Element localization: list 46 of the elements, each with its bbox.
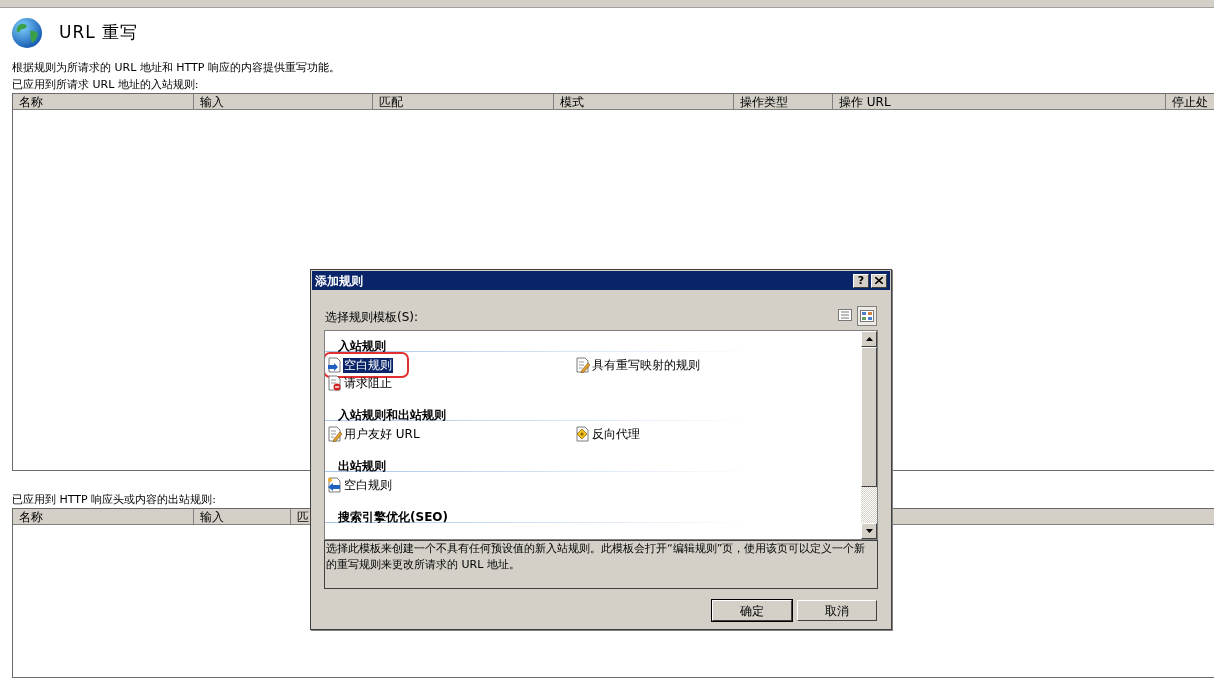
- scroll-down-icon: [865, 529, 873, 533]
- document-diamond-icon: [575, 426, 590, 442]
- template-item[interactable]: 反向代理: [575, 425, 641, 443]
- section-heading: 入站规则: [338, 339, 386, 353]
- ok-button[interactable]: 确定: [712, 600, 792, 621]
- dialog-title: 添加规则: [315, 272, 363, 290]
- template-label: 选择规则模板(S):: [325, 309, 419, 326]
- column-header[interactable]: 停止处: [1166, 94, 1214, 110]
- column-header[interactable]: 模式: [554, 94, 734, 110]
- section-heading: 入站规则和出站规则: [338, 408, 446, 422]
- close-button[interactable]: [871, 273, 887, 288]
- scroll-down-button[interactable]: [861, 523, 877, 539]
- template-item[interactable]: 用户友好 URL: [327, 425, 421, 443]
- scroll-up-button[interactable]: [861, 331, 877, 347]
- description-text: 根据规则为所请求的 URL 地址和 HTTP 响应的内容提供重写功能。: [12, 60, 341, 76]
- document-arrow-icon: [327, 357, 342, 373]
- cancel-button[interactable]: 取消: [797, 600, 877, 621]
- template-item[interactable]: 空白规则: [327, 476, 393, 494]
- column-header[interactable]: 输入: [194, 509, 291, 525]
- document-pencil-icon: [575, 357, 590, 373]
- scroll-up-icon: [865, 337, 873, 341]
- section-heading: 搜索引擎优化(SEO): [338, 510, 448, 524]
- outbound-rules-label: 已应用到 HTTP 响应头或内容的出站规则:: [12, 492, 217, 508]
- column-header[interactable]: 名称: [13, 509, 194, 525]
- column-header[interactable]: 名称: [13, 94, 194, 110]
- template-description: 选择此模板来创建一个不具有任何预设值的新入站规则。此模板会打开“编辑规则”页，使用该页可以定义一个新的重写规则来更改所请求的 URL 地址。: [326, 541, 867, 573]
- template-item[interactable]: 具有重写映射的规则: [575, 356, 701, 374]
- details-view-button[interactable]: [836, 306, 854, 324]
- column-header[interactable]: 匹配: [373, 94, 554, 110]
- globe-icon: [11, 17, 43, 49]
- template-item[interactable]: 请求阻止: [327, 374, 393, 392]
- document-arrow-icon: [327, 477, 342, 493]
- document-pencil-icon: [327, 426, 342, 442]
- column-header[interactable]: 操作类型: [734, 94, 833, 110]
- help-button[interactable]: ?: [853, 273, 869, 288]
- tiles-view-button[interactable]: [857, 306, 877, 326]
- scrollbar-thumb[interactable]: [861, 347, 877, 487]
- page-title: URL 重写: [59, 21, 139, 45]
- tiles-icon: [860, 310, 874, 322]
- document-stop-icon: [327, 375, 342, 391]
- inbound-rules-label: 已应用到所请求 URL 地址的入站规则:: [12, 77, 200, 93]
- column-header[interactable]: 操作 URL: [833, 94, 1166, 110]
- close-icon: [875, 277, 883, 284]
- section-heading: 出站规则: [338, 459, 386, 473]
- list-icon: [838, 309, 852, 321]
- column-header[interactable]: 输入: [194, 94, 373, 110]
